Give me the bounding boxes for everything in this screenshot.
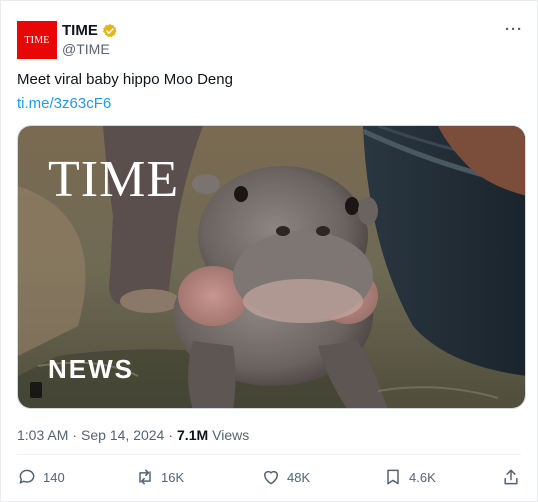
tweet-card: TIME TIME @TIME ··· Meet viral baby hipp… xyxy=(0,0,538,502)
more-options-icon[interactable]: ··· xyxy=(505,21,523,38)
action-bar: 140 16K 48K 4.6K xyxy=(17,467,521,493)
bookmark-count: 4.6K xyxy=(409,469,436,485)
post-link[interactable]: ti.me/3z63cF6 xyxy=(17,95,111,112)
avatar-logo-text: TIME xyxy=(24,34,50,46)
meta-separator: · xyxy=(72,427,78,443)
post-meta: 1:03 AM · Sep 14, 2024 · 7.1M Views xyxy=(17,427,249,443)
media-brand-wordmark: TIME xyxy=(48,151,179,208)
display-name[interactable]: TIME xyxy=(62,22,98,39)
repost-icon xyxy=(139,469,151,485)
post-text: Meet viral baby hippo Moo Deng xyxy=(17,71,233,88)
views-label: Views xyxy=(212,427,250,443)
reply-button[interactable]: 140 xyxy=(17,467,65,487)
repost-button[interactable]: 16K xyxy=(135,467,184,487)
heart-icon xyxy=(264,470,278,485)
share-button[interactable] xyxy=(501,467,521,487)
post-date[interactable]: Sep 14, 2024 xyxy=(81,427,164,443)
media-overlay-icon[interactable] xyxy=(30,382,42,398)
share-icon xyxy=(504,469,518,485)
like-button[interactable]: 48K xyxy=(261,467,310,487)
like-count: 48K xyxy=(287,469,311,485)
verified-badge-icon[interactable] xyxy=(102,23,118,39)
meta-separator: · xyxy=(168,427,174,443)
post-time[interactable]: 1:03 AM xyxy=(17,427,68,443)
reply-icon xyxy=(19,469,35,484)
handle[interactable]: @TIME xyxy=(62,41,110,57)
reply-count: 140 xyxy=(43,469,65,485)
avatar[interactable]: TIME xyxy=(17,21,57,59)
media-image[interactable]: TIME NEWS xyxy=(17,125,526,409)
divider xyxy=(17,454,521,455)
hippo-photo: TIME NEWS xyxy=(18,126,525,408)
author-name-row: TIME xyxy=(62,22,118,39)
views-count: 7.1M xyxy=(177,427,209,443)
media-news-label: NEWS xyxy=(48,354,134,384)
bookmark-icon xyxy=(387,469,399,485)
bookmark-button[interactable]: 4.6K xyxy=(383,467,436,487)
repost-count: 16K xyxy=(161,469,185,485)
